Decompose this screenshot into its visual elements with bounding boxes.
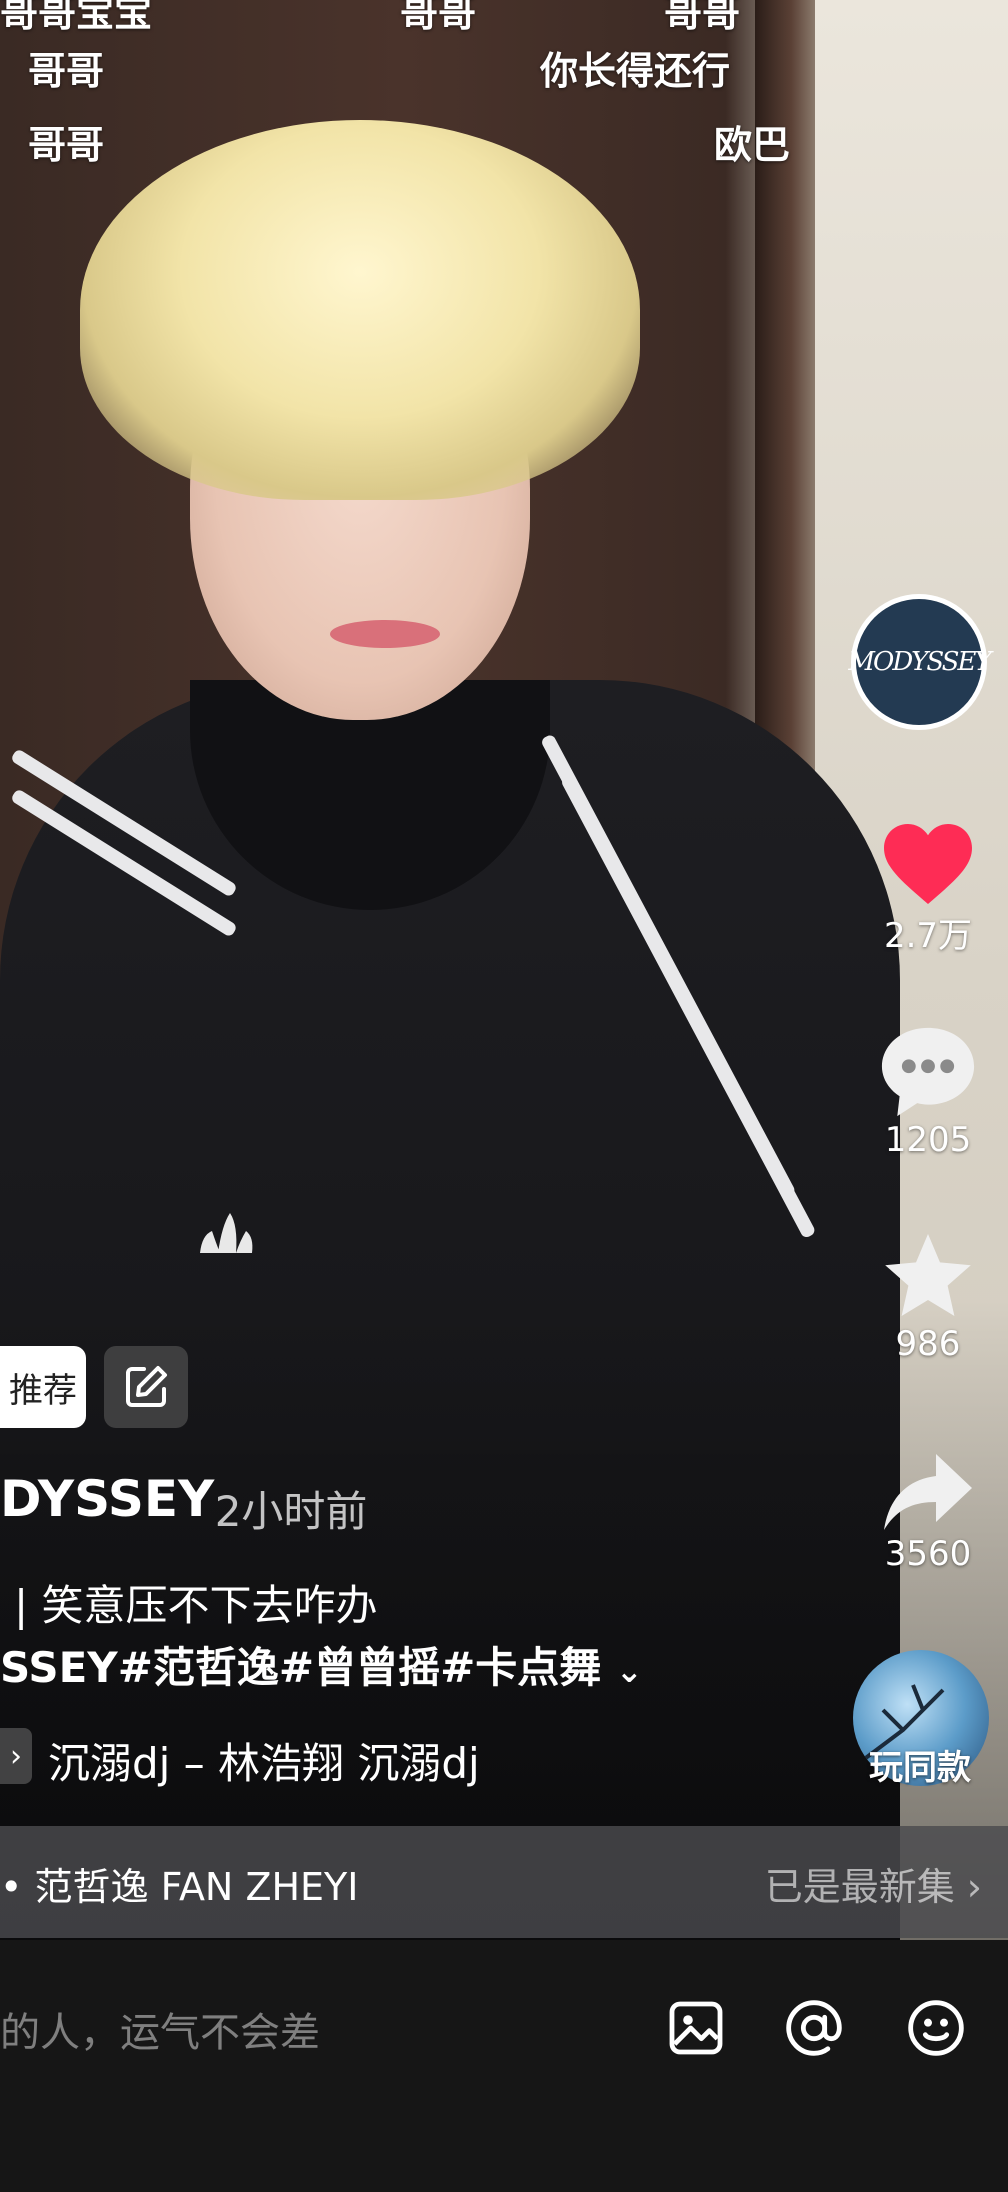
music-title[interactable]: 沉溺dj – 林浩翔 沉溺dj [48,1730,480,1791]
creator-avatar[interactable]: MODYSSEY [848,594,992,730]
play-same-label[interactable]: 玩同款 [850,1740,990,1789]
like-button[interactable]: 2.7万 [858,820,998,957]
post-time: · 2小时前 [188,1487,368,1536]
danmaku-comment: 哥哥 [664,0,741,35]
like-count: 2.7万 [883,916,973,956]
danmaku-comment: 哥哥宝宝 [0,0,153,35]
comment-icon [881,1027,975,1117]
edit-icon [126,1366,167,1407]
description-line: | 笑意压不下去咋办 [14,1581,378,1630]
trefoil-logo [190,1205,260,1257]
danmaku-comment: 欧巴 [714,123,791,167]
share-button[interactable]: 3560 [858,1450,998,1574]
heart-icon [884,824,972,904]
danmaku-comment: 你长得还行 [540,49,731,93]
person-lips [330,620,440,648]
avatar-logo-text: MODYSSEY [848,647,991,677]
comment-bar: 的人，运气不会差 [0,1940,1008,2192]
image-icon[interactable] [664,1996,728,2060]
share-count: 3560 [884,1534,972,1574]
emoji-icon[interactable] [904,1996,968,2060]
comment-button[interactable]: 1205 [858,1024,998,1160]
edit-button[interactable] [104,1346,188,1428]
share-arrow-icon [884,1454,972,1530]
comment-count: 1205 [884,1120,972,1160]
comment-input[interactable]: 的人，运气不会差 [0,2000,320,2058]
chevron-down-icon[interactable]: ⌄ [616,1652,643,1690]
collection-bar[interactable]: • 范哲逸 FAN ZHEYI 已是最新集 › [0,1826,1008,1938]
chevron-right-icon: › [966,1865,982,1909]
hashtag-line[interactable]: SSEY#范哲逸#曾曾摇#卡点舞 ⌄ [0,1634,643,1695]
favorite-count: 986 [895,1324,961,1364]
hashtags[interactable]: SSEY#范哲逸#曾曾摇#卡点舞 [0,1643,601,1692]
collection-title: • 范哲逸 FAN ZHEYI [0,1865,359,1909]
chevron-right-icon: › [10,1738,22,1774]
at-mention-icon[interactable] [782,1996,846,2060]
star-icon [885,1234,971,1316]
danmaku-comment: 哥哥 [28,123,105,167]
danmaku-comment: 哥哥 [28,49,105,93]
favorite-button[interactable]: 986 [858,1228,998,1364]
danmaku-comment: 哥哥 [400,0,477,35]
recommend-tag-button[interactable]: 推荐 [0,1346,86,1428]
collection-status-label: 已是最新集 [764,1865,955,1909]
collection-status[interactable]: 已是最新集 › [765,1856,982,1911]
person-hair [80,120,640,500]
author-name[interactable]: DYSSEY [0,1470,214,1528]
music-expand-button[interactable]: › [0,1728,32,1784]
